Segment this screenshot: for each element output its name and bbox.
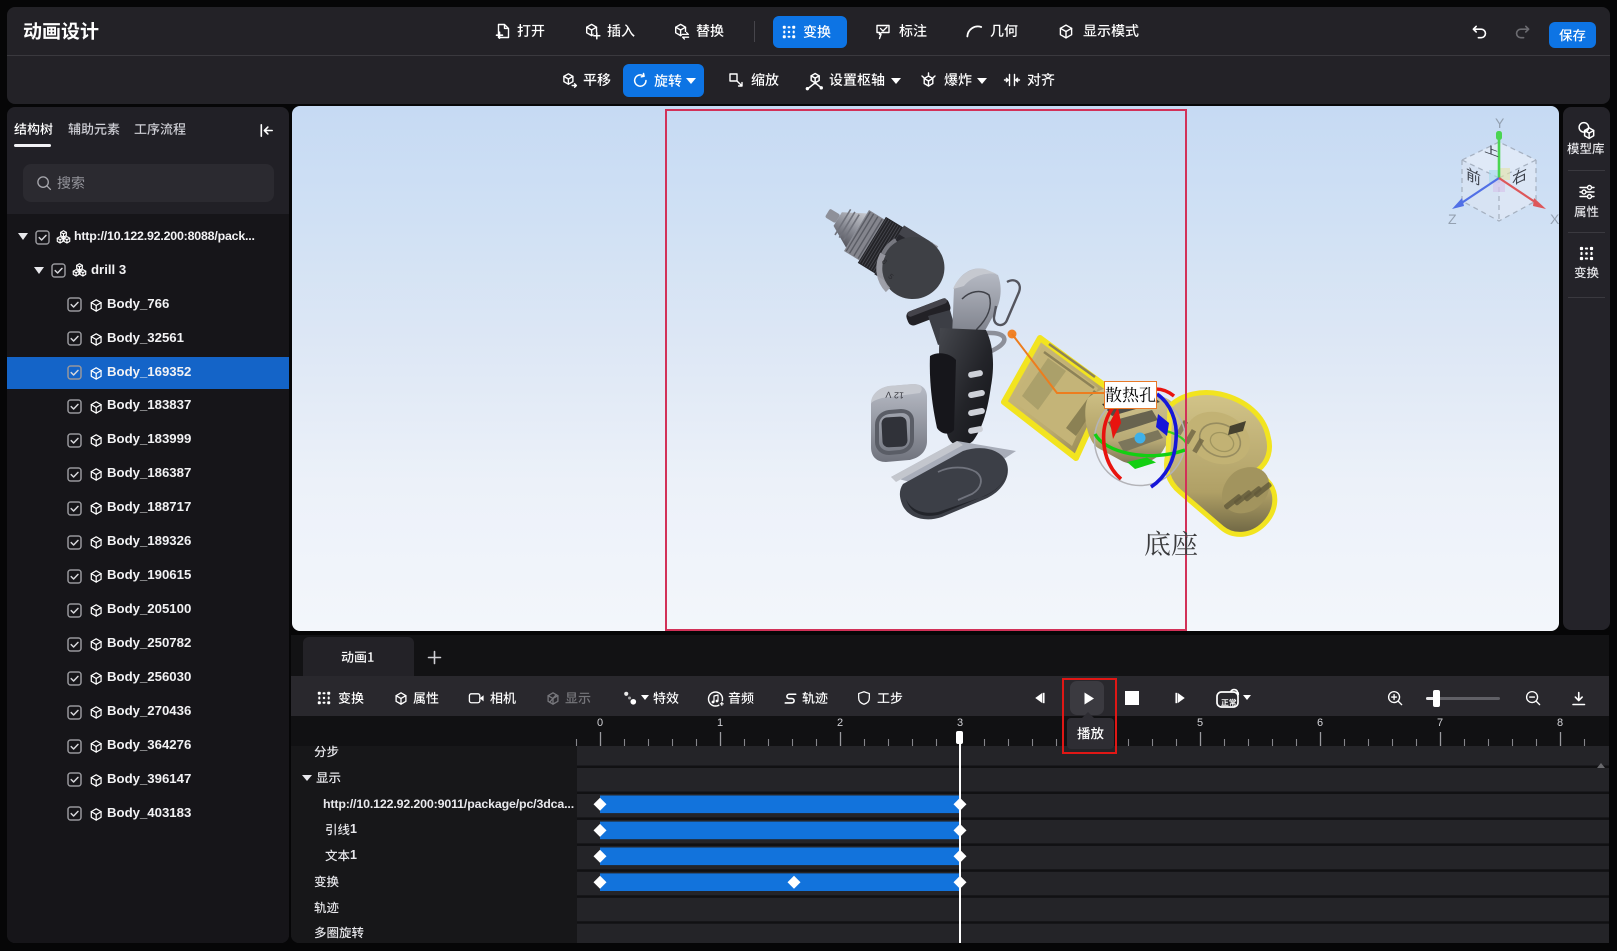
svg-text:Y: Y bbox=[1495, 115, 1505, 131]
svg-text:X: X bbox=[1550, 211, 1560, 227]
svg-text:Z: Z bbox=[1448, 211, 1457, 227]
